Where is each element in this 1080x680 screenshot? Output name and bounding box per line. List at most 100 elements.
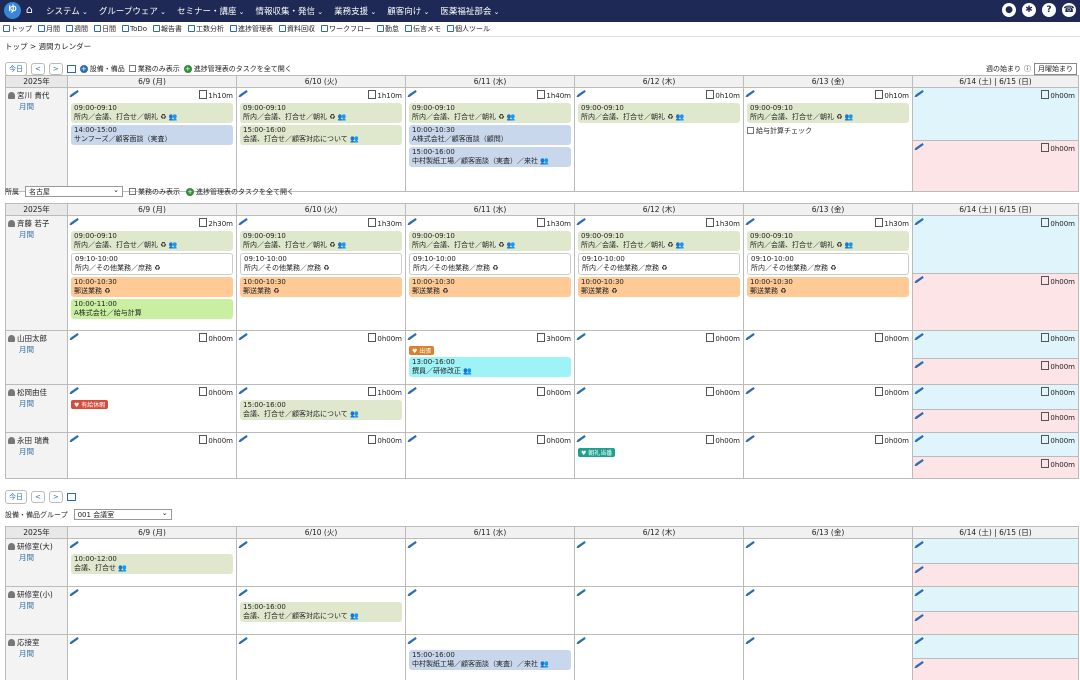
next-week-button[interactable]: > <box>48 63 63 75</box>
owner-name[interactable]: 応接室 <box>17 638 40 647</box>
pencil-icon[interactable] <box>914 637 924 644</box>
owner-name[interactable]: 宮川 貴代 <box>17 91 49 100</box>
owner-name[interactable]: 松岡由佳 <box>17 388 47 397</box>
help-icon[interactable]: ? <box>1042 3 1056 17</box>
pencil-icon[interactable] <box>745 387 755 394</box>
monthly-link[interactable]: 月間 <box>8 344 65 355</box>
pencil-icon[interactable] <box>745 541 755 548</box>
pencil-icon[interactable] <box>407 387 417 394</box>
todo-checkbox[interactable] <box>747 127 754 134</box>
toolbar-item-2[interactable]: 週間 <box>66 24 88 34</box>
day-cell[interactable]: 0h00m <box>405 432 575 479</box>
schedule-event[interactable]: 09:10-10:00 所内／その他業務／庶務 ♻ <box>71 253 233 275</box>
menu-item-1[interactable]: グループウェア <box>99 5 166 17</box>
schedule-event[interactable]: 09:00-09:10 所内／会議、打合せ／朝礼 ♻ 👥 <box>71 231 233 251</box>
pencil-icon[interactable] <box>69 435 79 442</box>
status-badge[interactable]: ♥ 朝礼当番 <box>578 448 616 457</box>
breadcrumb-top[interactable]: トップ <box>5 42 28 51</box>
pencil-icon[interactable] <box>407 637 417 644</box>
open-all-tasks-button[interactable]: + 進捗管理表のタスクを全て開く <box>186 187 294 197</box>
weekend-cell[interactable] <box>912 586 1079 635</box>
dept-select[interactable]: 名古屋 <box>25 185 123 197</box>
business-only-checkbox[interactable]: 業務のみ表示 <box>128 64 180 74</box>
toolbar-item-1[interactable]: 月間 <box>38 24 60 34</box>
todo-item[interactable]: 給与計算チェック <box>747 126 909 136</box>
day-cell[interactable] <box>236 538 406 587</box>
pencil-icon[interactable] <box>914 661 924 668</box>
schedule-event[interactable]: 10:00-10:30 郵送業務 ♻ <box>578 277 740 297</box>
add-facility-button[interactable]: + 設備・備品 <box>79 64 125 74</box>
schedule-event[interactable]: 10:00-10:30 A株式会社／顧客面談（顧問） <box>409 125 571 145</box>
schedule-event[interactable]: 09:00-09:10 所内／会議、打合せ／朝礼 ♻ 👥 <box>409 103 571 123</box>
toolbar-item-9[interactable]: ワークフロー <box>321 24 371 34</box>
owner-name[interactable]: 研修室(大) <box>17 542 53 551</box>
prev-week-button[interactable]: < <box>31 491 45 503</box>
open-all-tasks-button[interactable]: + 進捗管理表のタスクを全て開く <box>183 64 292 74</box>
monthly-link[interactable]: 月間 <box>8 446 65 457</box>
day-cell[interactable]: 15:00-16:00 中村製紙工場／顧客面談（実査）／来社 👥 <box>405 634 575 680</box>
schedule-event[interactable]: 15:00-16:00 会議、打合せ／顧客対応について 👥 <box>240 125 402 145</box>
pencil-icon[interactable] <box>69 90 79 97</box>
pencil-icon[interactable] <box>238 541 248 548</box>
day-cell[interactable]: 0h00m <box>405 384 575 433</box>
calendar-icon[interactable] <box>66 65 76 73</box>
home-icon[interactable]: ⌂ <box>26 3 33 16</box>
pencil-icon[interactable] <box>69 333 79 340</box>
weekend-cell[interactable]: 0h00m 0h00m <box>912 87 1079 192</box>
pencil-icon[interactable] <box>238 435 248 442</box>
toolbar-item-11[interactable]: 伝言メモ <box>405 24 441 34</box>
calendar-icon[interactable] <box>66 493 76 501</box>
schedule-event[interactable]: 10:00-12:00 会議、打合せ 👥 <box>71 554 233 574</box>
monthly-link[interactable]: 月間 <box>8 600 65 611</box>
day-cell[interactable]: 1h40m 09:00-09:10 所内／会議、打合せ／朝礼 ♻ 👥 10:00-10… <box>405 87 575 192</box>
day-cell[interactable] <box>574 634 744 680</box>
day-cell[interactable]: 10:00-12:00 会議、打合せ 👥 <box>67 538 237 587</box>
day-cell[interactable]: 1h10m 09:00-09:10 所内／会議、打合せ／朝礼 ♻ 👥 15:00-16… <box>236 87 406 192</box>
pencil-icon[interactable] <box>576 90 586 97</box>
pencil-icon[interactable] <box>745 637 755 644</box>
schedule-event[interactable]: 09:10-10:00 所内／その他業務／庶務 ♻ <box>578 253 740 275</box>
monthly-link[interactable]: 月間 <box>8 229 65 240</box>
monthly-link[interactable]: 月間 <box>8 552 65 563</box>
schedule-event[interactable]: 15:00-16:00 中村製紙工場／顧客面談（実査）／来社 👥 <box>409 147 571 167</box>
day-cell[interactable]: 0h00m <box>574 330 744 385</box>
schedule-event[interactable]: 10:00-11:00 A株式会社／給与計算 <box>71 299 233 319</box>
schedule-event[interactable]: 13:00-16:00 撰員／研修改正 👥 <box>409 357 571 377</box>
user-icon[interactable]: ● <box>1002 3 1016 17</box>
pencil-icon[interactable] <box>69 589 79 596</box>
weekend-cell[interactable]: 0h00m 0h00m <box>912 432 1079 479</box>
schedule-event[interactable]: 14:00-15:00 サンフーズ／顧客面談（実査） <box>71 125 233 145</box>
pencil-icon[interactable] <box>407 333 417 340</box>
day-cell[interactable] <box>236 634 406 680</box>
day-cell[interactable]: 0h00m <box>743 384 913 433</box>
day-cell[interactable]: 1h00m 15:00-16:00 会議、打合せ／顧客対応について 👥 <box>236 384 406 433</box>
today-button[interactable]: 今日 <box>5 62 27 76</box>
day-cell[interactable] <box>574 586 744 635</box>
pencil-icon[interactable] <box>407 90 417 97</box>
day-cell[interactable] <box>67 586 237 635</box>
pencil-icon[interactable] <box>407 218 417 225</box>
pencil-icon[interactable] <box>914 614 924 621</box>
day-cell[interactable]: 15:00-16:00 会議、打合せ／顧客対応について 👥 <box>236 586 406 635</box>
prev-week-button[interactable]: < <box>31 63 45 75</box>
schedule-event[interactable]: 09:10-10:00 所内／その他業務／庶務 ♻ <box>240 253 402 275</box>
day-cell[interactable]: 0h00m ♥ 朝礼当番 <box>574 432 744 479</box>
pencil-icon[interactable] <box>745 218 755 225</box>
week-start-select[interactable]: 月曜始まり <box>1034 63 1077 75</box>
facility-group-select[interactable]: 001 会議室 <box>73 508 172 520</box>
schedule-event[interactable]: 09:00-09:10 所内／会議、打合せ／朝礼 ♻ 👥 <box>409 231 571 251</box>
pencil-icon[interactable] <box>914 459 924 466</box>
day-cell[interactable]: 2h30m 09:00-09:10 所内／会議、打合せ／朝礼 ♻ 👥 09:10-10… <box>67 215 237 331</box>
day-cell[interactable]: 0h00m <box>574 384 744 433</box>
toolbar-item-0[interactable]: トップ <box>3 24 32 34</box>
schedule-event[interactable]: 09:00-09:10 所内／会議、打合せ／朝礼 ♻ 👥 <box>240 231 402 251</box>
day-cell[interactable]: 0h00m <box>236 330 406 385</box>
toolbar-item-7[interactable]: 進捗管理表 <box>230 24 273 34</box>
pencil-icon[interactable] <box>914 361 924 368</box>
pencil-icon[interactable] <box>238 333 248 340</box>
toolbar-item-3[interactable]: 日間 <box>94 24 116 34</box>
day-cell[interactable] <box>405 586 575 635</box>
pencil-icon[interactable] <box>914 566 924 573</box>
pencil-icon[interactable] <box>576 218 586 225</box>
day-cell[interactable]: 1h30m 09:00-09:10 所内／会議、打合せ／朝礼 ♻ 👥 09:10-10… <box>405 215 575 331</box>
